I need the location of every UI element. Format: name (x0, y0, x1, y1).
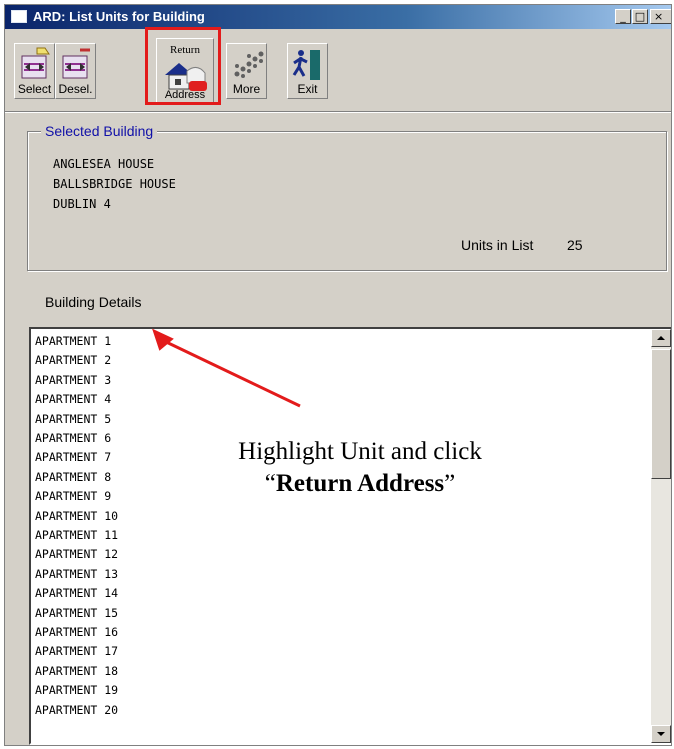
quote-close: ” (444, 470, 456, 497)
instruction-annotation: Highlight Unit and click “Return Address… (160, 436, 560, 500)
instruction-line-1: Highlight Unit and click (238, 438, 482, 465)
annotation-arrow-icon (152, 328, 301, 408)
instruction-line-2: “Return Address” (160, 468, 560, 500)
instruction-emphasis: Return Address (275, 470, 445, 497)
quote-open: “ (264, 470, 276, 497)
